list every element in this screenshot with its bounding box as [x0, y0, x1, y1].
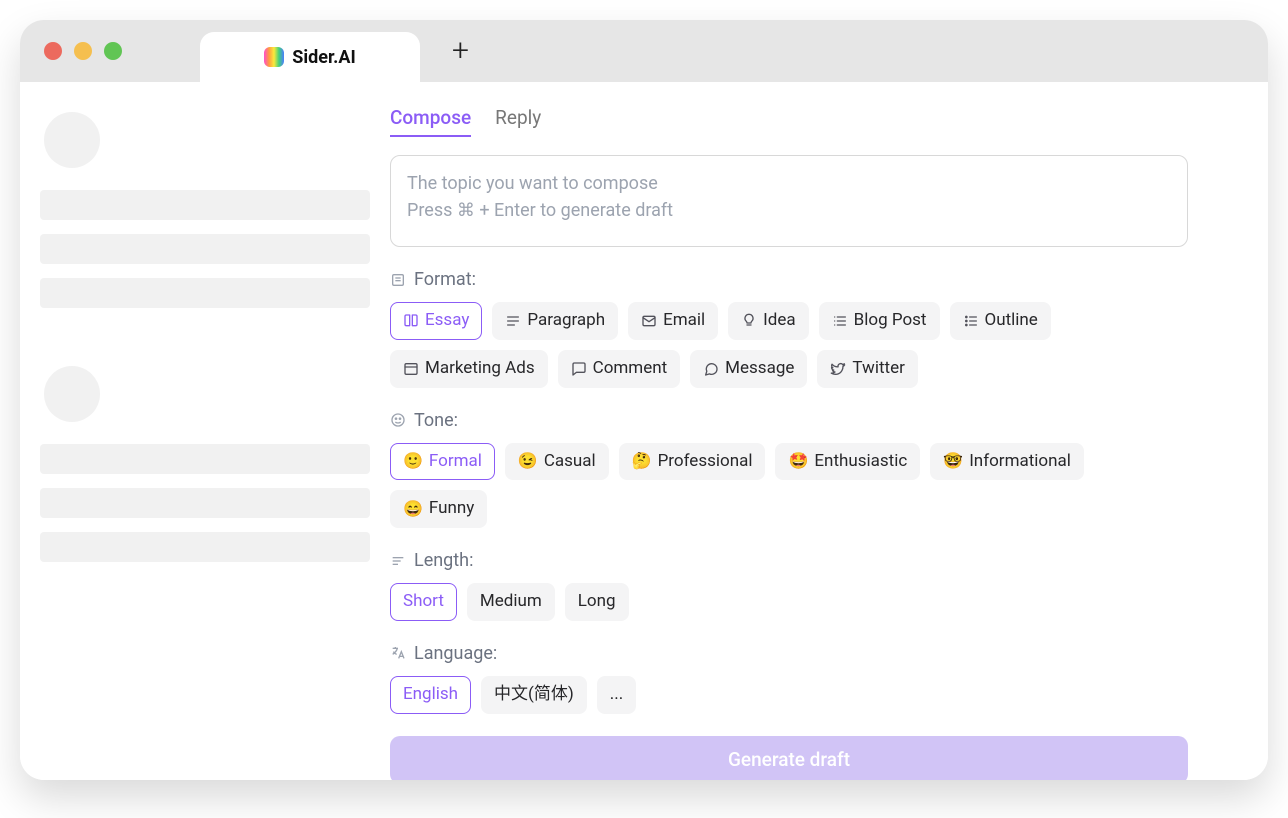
titlebar: Sider.AI + — [20, 20, 1268, 82]
language-option-label: 中文(简体) — [494, 683, 574, 707]
browser-tab-sider[interactable]: Sider.AI — [200, 32, 420, 82]
compose-panel: Compose Reply The topic you want to comp… — [390, 82, 1200, 780]
format-option-blog-post[interactable]: Blog Post — [819, 302, 940, 340]
tone-option-label: Formal — [429, 450, 482, 474]
language-option-label: English — [403, 683, 458, 707]
topic-input[interactable]: The topic you want to compose Press ⌘ + … — [390, 155, 1188, 247]
close-window-button[interactable] — [44, 42, 62, 60]
skeleton-bar — [40, 444, 370, 474]
tone-option-label: Informational — [969, 450, 1071, 474]
format-option-marketing-ads[interactable]: Marketing Ads — [390, 350, 548, 388]
sidebar-skeleton — [20, 82, 390, 780]
format-option-label: Essay — [425, 309, 469, 333]
length-options: Short Medium Long — [390, 583, 1188, 621]
topic-placeholder-line1: The topic you want to compose — [407, 170, 1171, 197]
tone-option-formal[interactable]: 🙂 Formal — [390, 443, 495, 481]
generate-button[interactable]: Generate draft — [390, 736, 1188, 780]
tone-emoji-icon: 🙂 — [403, 450, 423, 472]
message-icon — [703, 361, 719, 377]
length-section-icon — [390, 553, 406, 569]
tone-emoji-icon: 🤩 — [788, 450, 808, 472]
mode-tabs: Compose Reply — [390, 106, 1188, 137]
tone-option-label: Professional — [658, 450, 753, 474]
skeleton-bar — [40, 190, 370, 220]
language-option-english[interactable]: English — [390, 676, 471, 714]
language-option-label: ... — [610, 683, 623, 707]
tone-options: 🙂 Formal 😉 Casual 🤔 Professional 🤩 Enthusiastic… — [390, 443, 1188, 529]
skeleton-bar — [40, 532, 370, 562]
app-window: Sider.AI + Compose Reply The topic you w… — [20, 20, 1268, 780]
tone-option-casual[interactable]: 😉 Casual — [505, 443, 609, 481]
maximize-window-button[interactable] — [104, 42, 122, 60]
language-options: English 中文(简体)... — [390, 676, 1188, 714]
skeleton-avatar — [44, 366, 100, 422]
blog-icon — [832, 313, 848, 329]
tone-option-funny[interactable]: 😄 Funny — [390, 490, 487, 528]
length-option-short[interactable]: Short — [390, 583, 457, 621]
tone-option-label: Funny — [429, 497, 474, 521]
tone-emoji-icon: 😉 — [518, 450, 538, 472]
tone-section-icon — [390, 412, 406, 428]
traffic-lights — [44, 42, 122, 60]
language-section-icon — [390, 645, 406, 661]
language-option--[interactable]: 中文(简体) — [481, 676, 587, 714]
format-option-essay[interactable]: Essay — [390, 302, 482, 340]
length-option-long[interactable]: Long — [565, 583, 629, 621]
format-option-label: Blog Post — [854, 309, 927, 333]
skeleton-avatar — [44, 112, 100, 168]
minimize-window-button[interactable] — [74, 42, 92, 60]
format-option-outline[interactable]: Outline — [950, 302, 1051, 340]
format-option-label: Email — [663, 309, 705, 333]
format-options: Essay Paragraph Email Idea Blog Post Outline M… — [390, 302, 1188, 388]
format-option-label: Paragraph — [527, 309, 605, 333]
tab-compose[interactable]: Compose — [390, 106, 471, 137]
mail-icon — [641, 313, 657, 329]
length-option-label: Short — [403, 590, 444, 614]
tone-emoji-icon: 😄 — [403, 498, 423, 520]
list-icon — [963, 313, 979, 329]
sider-logo-icon — [264, 47, 284, 67]
length-option-label: Long — [578, 590, 616, 614]
tone-option-label: Enthusiastic — [814, 450, 907, 474]
format-option-label: Twitter — [852, 357, 904, 381]
format-option-twitter[interactable]: Twitter — [817, 350, 917, 388]
skeleton-bar — [40, 278, 370, 308]
tone-option-informational[interactable]: 🤓 Informational — [930, 443, 1084, 481]
window-icon — [403, 361, 419, 377]
tone-option-professional[interactable]: 🤔 Professional — [619, 443, 766, 481]
skeleton-bar — [40, 234, 370, 264]
lines-icon — [505, 313, 521, 329]
comment-icon — [571, 361, 587, 377]
length-option-label: Medium — [480, 590, 542, 614]
tone-option-label: Casual — [544, 450, 596, 474]
topic-placeholder-line2: Press ⌘ + Enter to generate draft — [407, 197, 1171, 224]
format-section-icon — [390, 272, 406, 288]
new-tab-button[interactable]: + — [452, 36, 469, 66]
format-option-message[interactable]: Message — [690, 350, 807, 388]
length-option-medium[interactable]: Medium — [467, 583, 555, 621]
language-option-more[interactable]: ... — [597, 676, 636, 714]
format-option-idea[interactable]: Idea — [728, 302, 808, 340]
format-label: Format: — [390, 269, 1188, 290]
format-option-paragraph[interactable]: Paragraph — [492, 302, 618, 340]
twitter-icon — [830, 361, 846, 377]
format-option-label: Idea — [763, 309, 795, 333]
tone-option-enthusiastic[interactable]: 🤩 Enthusiastic — [775, 443, 920, 481]
language-label: Language: — [390, 643, 1188, 664]
tone-emoji-icon: 🤔 — [632, 450, 652, 472]
format-option-email[interactable]: Email — [628, 302, 718, 340]
length-label: Length: — [390, 550, 1188, 571]
format-option-label: Comment — [593, 357, 668, 381]
tone-emoji-icon: 🤓 — [943, 450, 963, 472]
tone-label: Tone: — [390, 410, 1188, 431]
format-option-comment[interactable]: Comment — [558, 350, 681, 388]
format-option-label: Message — [725, 357, 794, 381]
bulb-icon — [741, 313, 757, 329]
book-icon — [403, 313, 419, 329]
skeleton-bar — [40, 488, 370, 518]
browser-tab-title: Sider.AI — [292, 47, 356, 68]
format-option-label: Outline — [985, 309, 1038, 333]
tab-reply[interactable]: Reply — [495, 106, 541, 137]
format-option-label: Marketing Ads — [425, 357, 535, 381]
